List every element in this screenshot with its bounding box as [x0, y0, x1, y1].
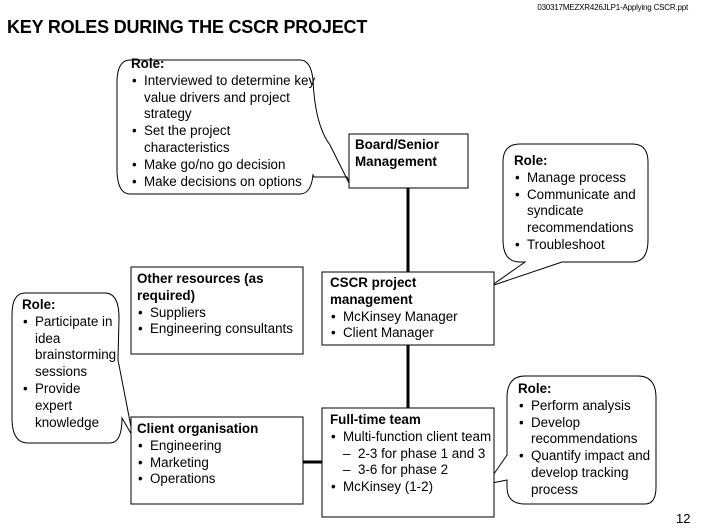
list-item: Communicate and syndicate recommendation…: [514, 187, 644, 237]
box-client-org: Client organisation Engineering Marketin…: [137, 421, 299, 488]
callout-heading: Role:: [518, 381, 552, 396]
sub-list-item: 3-6 for phase 2: [330, 462, 492, 479]
callout-board-role: Role: Interviewed to determine key value…: [131, 56, 316, 190]
list-item: Participate in idea brainstorming sessio…: [22, 314, 120, 381]
list-item: McKinsey (1-2): [330, 479, 492, 496]
list-item: Engineering consultants: [137, 321, 299, 338]
list-item: Troubleshoot: [514, 237, 644, 254]
list-item: Multi-function client team: [330, 429, 492, 446]
box-heading: Board/Senior Management: [355, 137, 440, 169]
box-full-time: Full-time team Multi-function client tea…: [330, 412, 492, 496]
list-item: Set the project characteristics: [131, 123, 316, 157]
callout-heading: Role:: [514, 153, 548, 168]
list-item: Client Manager: [330, 325, 480, 342]
list-item: Manage process: [514, 170, 644, 187]
callout-heading: Role:: [131, 56, 165, 71]
page-number: 12: [676, 511, 691, 526]
box-other-resources: Other resources (as required) Suppliers …: [137, 271, 299, 338]
list-item: Make decisions on options: [131, 174, 316, 191]
box-heading: Full-time team: [330, 412, 421, 427]
box-heading: Client organisation: [137, 421, 259, 436]
list-item: Engineering: [137, 438, 299, 455]
callout-team-role: Role: Perform analysis Develop recommend…: [518, 381, 653, 499]
list-item: McKinsey Manager: [330, 309, 480, 326]
list-item: Operations: [137, 471, 299, 488]
list-item: Suppliers: [137, 305, 299, 322]
box-heading: Other resources (as required): [137, 271, 264, 303]
list-item: Marketing: [137, 455, 299, 472]
callout-pm-role: Role: Manage process Communicate and syn…: [514, 153, 644, 254]
list-item: Make go/no go decision: [131, 157, 316, 174]
box-board: Board/Senior Management: [355, 137, 460, 171]
list-item: Perform analysis: [518, 398, 653, 415]
box-heading: CSCR project management: [330, 275, 417, 307]
list-item: Develop recommendations: [518, 415, 653, 449]
list-item: Interviewed to determine key value drive…: [131, 73, 316, 123]
box-cscr-pm: CSCR project management McKinsey Manager…: [330, 275, 480, 342]
list-item: Provide expert knowledge: [22, 381, 120, 431]
callout-heading: Role:: [22, 297, 56, 312]
sub-list-item: 2-3 for phase 1 and 3: [330, 446, 492, 463]
list-item: Quantify impact and develop tracking pro…: [518, 448, 653, 498]
callout-client-role: Role: Participate in idea brainstorming …: [22, 297, 120, 431]
